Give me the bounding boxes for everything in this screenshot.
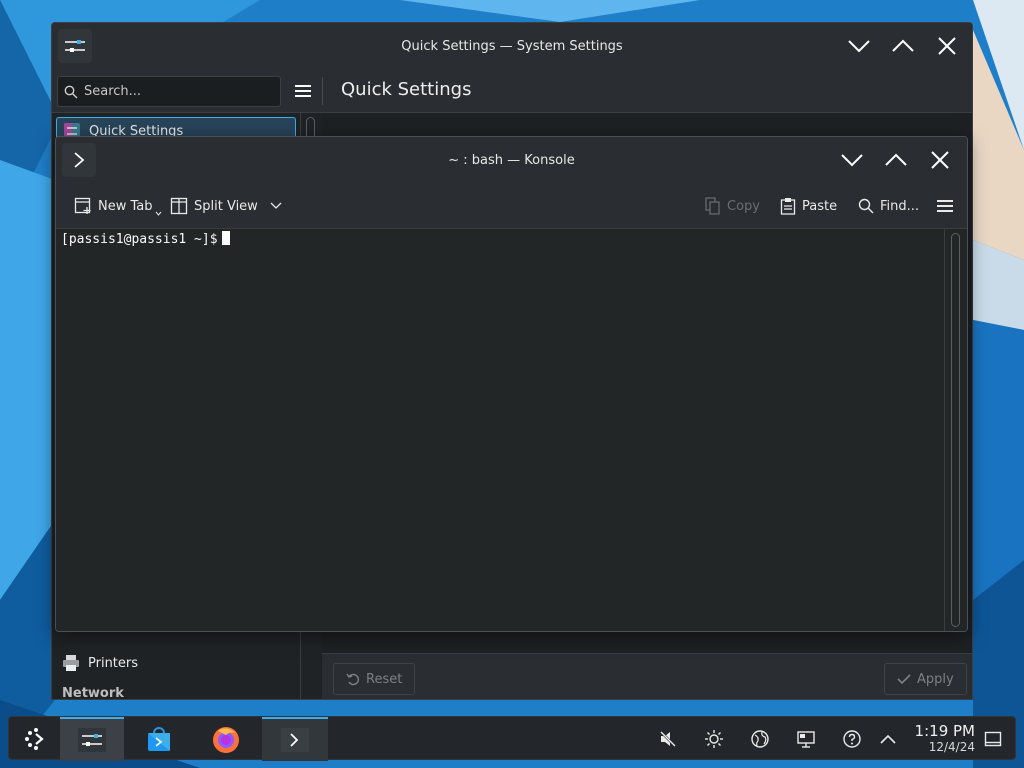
reset-label: Reset bbox=[366, 671, 403, 687]
clock-date: 12/4/24 bbox=[928, 740, 975, 754]
settings-titlebar[interactable]: Quick Settings — System Settings bbox=[52, 23, 972, 69]
clock[interactable]: 1:19 PM 12/4/24 bbox=[905, 722, 975, 754]
terminal-prompt: [passis1@passis1 ~]$ bbox=[61, 232, 218, 247]
discover-store-icon bbox=[148, 727, 170, 751]
chevron-down-icon bbox=[848, 40, 870, 53]
konsole-icon bbox=[281, 728, 309, 752]
close-icon bbox=[938, 37, 956, 55]
chevron-down-icon bbox=[270, 202, 282, 209]
check-icon bbox=[897, 674, 911, 685]
paste-button[interactable]: Paste bbox=[774, 191, 843, 221]
settings-close-button[interactable] bbox=[932, 31, 962, 61]
toolbar-divider bbox=[322, 77, 323, 105]
sidebar-section-label: Network bbox=[62, 685, 124, 700]
find-button[interactable]: Find... bbox=[852, 191, 925, 221]
clock-time: 1:19 PM bbox=[914, 722, 975, 740]
settings-app-icon[interactable] bbox=[58, 29, 92, 63]
konsole-window-title: ~ : bash — Konsole bbox=[448, 152, 575, 168]
settings-search-box[interactable] bbox=[57, 76, 281, 107]
brightness-button[interactable] bbox=[703, 728, 725, 750]
chevron-down-icon bbox=[841, 154, 863, 167]
new-tab-icon bbox=[74, 197, 91, 214]
settings-menu-button[interactable] bbox=[290, 78, 316, 104]
reset-button[interactable]: Reset bbox=[333, 663, 416, 695]
taskbar-system-settings[interactable] bbox=[60, 717, 124, 761]
undo-icon bbox=[346, 673, 359, 686]
volume-muted-button[interactable] bbox=[657, 728, 679, 750]
help-icon bbox=[843, 730, 861, 748]
display-button[interactable] bbox=[795, 728, 817, 750]
konsole-titlebar[interactable]: ~ : bash — Konsole bbox=[56, 137, 967, 183]
show-hidden-icons-button[interactable] bbox=[877, 728, 899, 750]
paste-label: Paste bbox=[802, 198, 838, 214]
hamburger-menu-icon bbox=[937, 200, 953, 212]
settings-minimize-button[interactable] bbox=[844, 31, 874, 61]
konsole-maximize-button[interactable] bbox=[881, 145, 911, 175]
settings-page-title: Quick Settings bbox=[341, 79, 472, 100]
hamburger-menu-icon bbox=[295, 85, 311, 97]
volume-muted-icon bbox=[659, 730, 677, 748]
konsole-minimize-button[interactable] bbox=[837, 145, 867, 175]
chevron-up-icon bbox=[885, 153, 907, 166]
settings-maximize-button[interactable] bbox=[888, 31, 918, 61]
konsole-toolbar: New Tab Split View Copy Paste Find... bbox=[56, 183, 967, 229]
konsole-window: ~ : bash — Konsole New Tab Split View Co… bbox=[55, 136, 968, 632]
split-view-label: Split View bbox=[194, 198, 258, 214]
settings-window-title: Quick Settings — System Settings bbox=[401, 38, 623, 54]
search-icon bbox=[858, 198, 874, 214]
apply-label: Apply bbox=[917, 671, 954, 687]
settings-search-input[interactable] bbox=[84, 84, 264, 99]
settings-footer: Reset Apply bbox=[322, 653, 972, 699]
network-button[interactable] bbox=[749, 728, 771, 750]
printer-icon bbox=[63, 655, 79, 671]
sidebar-item-network[interactable]: Network bbox=[56, 683, 296, 700]
terminal-prompt-icon bbox=[74, 152, 85, 168]
apply-button[interactable]: Apply bbox=[884, 663, 967, 695]
split-view-button[interactable]: Split View bbox=[164, 191, 288, 221]
system-settings-icon bbox=[78, 728, 106, 752]
close-icon bbox=[931, 151, 949, 169]
brightness-icon bbox=[705, 730, 723, 748]
sidebar-item-printers[interactable]: Printers bbox=[56, 649, 296, 677]
split-view-icon bbox=[170, 197, 188, 215]
taskbar: 1:19 PM 12/4/24 bbox=[8, 716, 1016, 761]
terminal-scroll-thumb[interactable] bbox=[951, 233, 960, 627]
copy-button[interactable]: Copy bbox=[699, 191, 766, 221]
new-tab-button[interactable]: New Tab bbox=[68, 191, 168, 221]
paste-icon bbox=[780, 198, 796, 215]
show-desktop-icon bbox=[984, 731, 1002, 747]
terminal-area[interactable]: [passis1@passis1 ~]$ bbox=[56, 229, 946, 631]
copy-icon bbox=[705, 197, 720, 215]
chevron-down-small-icon bbox=[155, 211, 161, 216]
app-launcher-icon bbox=[25, 728, 44, 750]
display-config-icon bbox=[797, 731, 815, 748]
copy-label: Copy bbox=[727, 198, 760, 214]
app-launcher-button[interactable] bbox=[13, 717, 59, 761]
sidebar-item-label: Printers bbox=[88, 655, 139, 671]
terminal-scrollbar[interactable] bbox=[944, 229, 967, 631]
search-icon bbox=[64, 85, 78, 98]
konsole-menu-button[interactable] bbox=[930, 191, 960, 221]
konsole-close-button[interactable] bbox=[925, 145, 955, 175]
help-button[interactable] bbox=[841, 728, 863, 750]
network-globe-icon bbox=[751, 730, 769, 748]
taskbar-discover[interactable] bbox=[128, 717, 190, 761]
find-label: Find... bbox=[880, 198, 920, 214]
taskbar-konsole[interactable] bbox=[262, 717, 328, 761]
firefox-icon bbox=[213, 727, 239, 753]
chevron-up-icon bbox=[880, 734, 896, 744]
konsole-app-icon[interactable] bbox=[62, 143, 96, 177]
new-tab-label: New Tab bbox=[98, 198, 153, 214]
show-desktop-button[interactable] bbox=[982, 728, 1004, 750]
terminal-cursor bbox=[221, 231, 230, 245]
chevron-up-icon bbox=[892, 39, 914, 52]
settings-toolbar: Quick Settings bbox=[52, 69, 972, 113]
taskbar-firefox[interactable] bbox=[195, 717, 257, 761]
